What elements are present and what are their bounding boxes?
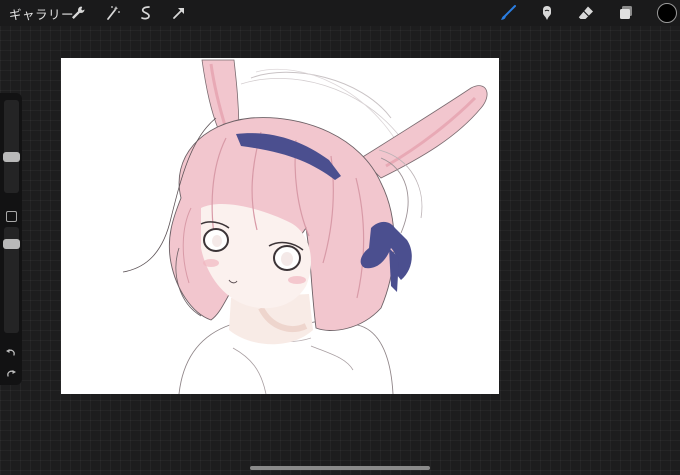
- wrench-icon[interactable]: [68, 3, 88, 23]
- home-indicator: [250, 466, 430, 470]
- layers-icon[interactable]: [616, 3, 636, 23]
- modify-button[interactable]: [6, 211, 17, 222]
- redo-icon[interactable]: [4, 366, 18, 380]
- eraser-icon[interactable]: [576, 3, 596, 23]
- opacity-slider[interactable]: [3, 227, 20, 333]
- brush-size-slider[interactable]: [3, 100, 20, 193]
- selection-icon[interactable]: [136, 3, 156, 23]
- undo-icon[interactable]: [4, 345, 18, 359]
- color-picker-button[interactable]: [657, 3, 677, 23]
- smudge-icon[interactable]: [537, 3, 557, 23]
- left-sidebar: [0, 93, 22, 385]
- brush-size-thumb[interactable]: [3, 152, 20, 162]
- top-toolbar: ギャラリー: [0, 0, 680, 26]
- magic-wand-icon[interactable]: [103, 3, 123, 23]
- gallery-button[interactable]: ギャラリー: [9, 4, 74, 23]
- drawing-canvas[interactable]: [61, 58, 499, 394]
- artwork-illustration: [122, 59, 488, 394]
- brush-icon[interactable]: [498, 3, 518, 23]
- transform-arrow-icon[interactable]: [169, 3, 189, 23]
- opacity-thumb[interactable]: [3, 239, 20, 249]
